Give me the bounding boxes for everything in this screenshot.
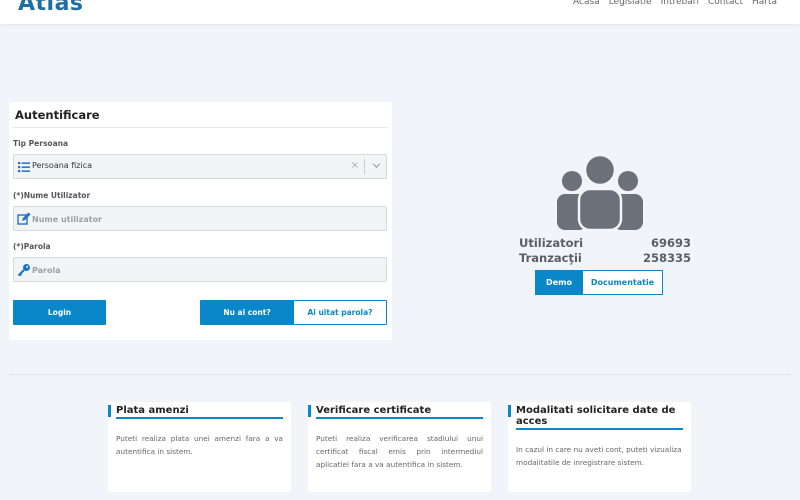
password-input[interactable]: [32, 262, 372, 278]
auth-title: Autentificare: [15, 108, 100, 122]
user-label: (*)Nume Utilizator: [13, 191, 91, 200]
nav-legislatie[interactable]: Legislatie: [609, 0, 652, 8]
section-divider: [9, 374, 791, 375]
card-title: Plata amenzi: [116, 405, 189, 416]
card-verificare-certificate[interactable]: Verificare certificate Puteti realiza ve…: [308, 402, 491, 492]
main-nav: Acasa Legislatie Intrebari Contact Harta: [573, 0, 777, 8]
select-separator: [364, 159, 365, 174]
card-title: Verificare certificate: [316, 405, 432, 416]
users-value: 69693: [650, 236, 691, 250]
nav-harta[interactable]: Harta: [752, 0, 777, 8]
transactions-value: 258335: [642, 251, 691, 265]
card-text: In cazul in care nu aveti cont, puteti v…: [516, 445, 682, 467]
tip-persoana-value: Persoana fizica: [32, 161, 92, 170]
card-title: Modalitati solicitare date de acces: [516, 405, 676, 427]
password-field[interactable]: [13, 257, 387, 282]
nav-contact[interactable]: Contact: [708, 0, 743, 8]
tip-persoana-select[interactable]: Persoana fizica ×: [13, 154, 387, 179]
card-text: Puteti realiza verificarea stadiului unu…: [316, 434, 483, 469]
password-label: (*)Parola: [13, 242, 51, 251]
nav-intrebari[interactable]: Intrebari: [661, 0, 699, 8]
card-plata-amenzi[interactable]: Plata amenzi Puteti realiza plata unei a…: [108, 402, 291, 492]
no-account-button[interactable]: Nu ai cont?: [200, 300, 294, 325]
demo-button[interactable]: Demo: [535, 270, 583, 295]
transactions-label: Tranzacţii: [519, 251, 582, 265]
clear-icon[interactable]: ×: [351, 160, 359, 172]
nav-acasa[interactable]: Acasa: [573, 0, 600, 8]
username-field[interactable]: [13, 206, 387, 231]
card-title-underline: [316, 417, 483, 419]
key-icon: [17, 264, 30, 277]
list-icon: [18, 162, 30, 173]
users-label: Utilizatori: [519, 236, 584, 250]
auth-card: Autentificare Tip Persoana Persoana fizi…: [9, 102, 392, 340]
users-group-icon: [557, 155, 643, 230]
login-button[interactable]: Login: [13, 300, 106, 325]
forgot-password-button[interactable]: Ai uitat parola?: [293, 300, 387, 325]
card-accent-bar: [308, 405, 311, 417]
stat-transactions: Tranzacţii 258335: [519, 251, 691, 265]
edit-icon: [17, 212, 31, 225]
card-title-underline: [116, 417, 283, 419]
username-input[interactable]: [32, 211, 372, 227]
card-text: Puteti realiza plata unei amenzi fara a …: [116, 434, 283, 456]
card-title-underline: [516, 428, 683, 430]
stats-panel: Utilizatori 69693 Tranzacţii 258335 Demo…: [519, 155, 691, 295]
logo[interactable]: Atlas: [18, 0, 84, 16]
card-modalitati-acces[interactable]: Modalitati solicitare date de acces In c…: [508, 402, 691, 492]
header: Atlas Acasa Legislatie Intrebari Contact…: [0, 0, 800, 24]
chevron-down-icon[interactable]: [372, 161, 381, 170]
auth-title-divider: [13, 127, 388, 128]
stats-buttons: Demo Documentatie: [535, 270, 663, 295]
card-accent-bar: [108, 405, 111, 417]
documentation-button[interactable]: Documentatie: [583, 270, 663, 295]
stat-users: Utilizatori 69693: [519, 236, 691, 250]
card-accent-bar: [508, 405, 511, 417]
tip-persoana-label: Tip Persoana: [13, 139, 69, 148]
